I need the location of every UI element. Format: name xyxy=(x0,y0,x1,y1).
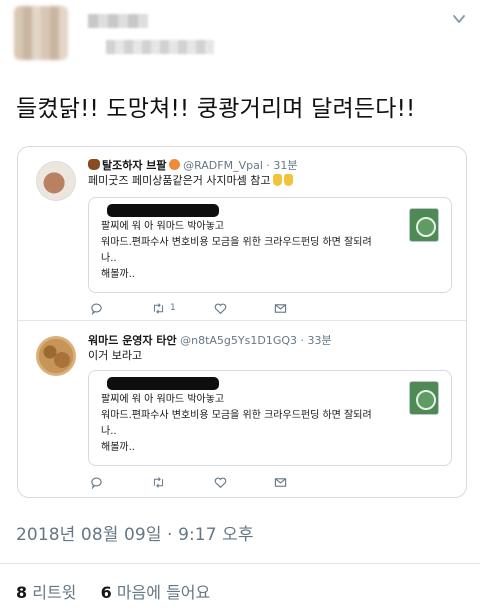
bear-emoji-icon xyxy=(88,159,100,170)
nested-quote-text: 팔찌에 워 아 워마드 박아놓고 워마드.편파수사 변호비용 모금을 위한 크라… xyxy=(101,392,421,456)
author-name-blurred[interactable] xyxy=(88,14,148,28)
peach-emoji-icon xyxy=(168,159,180,170)
redaction-bar xyxy=(107,377,219,390)
reply-icon xyxy=(91,303,102,315)
nested-quote-card[interactable]: 팔찌에 워 아 워마드 박아놓고 워마드.편파수사 변호비용 모금을 위한 크라… xyxy=(88,370,452,466)
nested-line: 팔찌에 워 아 워마드 박아놓고 xyxy=(101,221,225,232)
tweet-actions xyxy=(90,474,310,490)
likes-label[interactable]: 마음에 들어요 xyxy=(117,583,210,602)
tweet-text: 들켰닭!! 도망쳐!! 쿵쾅거리며 달려든다!! xyxy=(16,96,416,122)
avatar[interactable] xyxy=(36,161,76,201)
nested-line: 팔찌에 워 아 워마드 박아놓고 xyxy=(101,394,225,405)
nested-line: 워마드.편파수사 변호비용 모금을 위한 크라우드펀딩 하면 잘되려 xyxy=(101,410,372,421)
divider xyxy=(0,563,480,564)
quoted-tweet-header: 탈조하자 브팔 @RADFM_Vpal · 31분 xyxy=(88,159,297,173)
tweet-header xyxy=(0,0,480,80)
tweet-timestamp[interactable]: 2018년 08월 09일 · 9:17 오후 xyxy=(16,520,254,545)
avatar[interactable] xyxy=(36,336,76,376)
author-handle-blurred xyxy=(106,40,214,54)
retweet-count: 1 xyxy=(170,303,176,313)
quoted-tweet-text: 페미굿즈 페미상품같은거 사지마셈 참고 xyxy=(88,174,271,187)
dm-button[interactable] xyxy=(274,474,287,490)
pointing-down-emoji-icon xyxy=(283,174,293,186)
tweet-stats: 8 리트윗 6 마음에 들어요 xyxy=(16,579,210,603)
nested-line: 나.. xyxy=(101,253,117,264)
quoted-tweet-header: 워마드 운영자 타안 @n8tA5g5Ys1D1GQ3 · 33분 xyxy=(88,334,332,348)
retweets-label[interactable]: 리트윗 xyxy=(32,583,76,602)
nested-line: 해볼까.. xyxy=(101,269,135,280)
quoted-tweet[interactable]: 워마드 운영자 타안 @n8tA5g5Ys1D1GQ3 · 33분 이거 보라고… xyxy=(18,322,466,498)
reply-button[interactable] xyxy=(90,474,103,490)
nested-line: 나.. xyxy=(101,426,117,437)
quoted-author-handle: @n8tA5g5Ys1D1GQ3 · 33분 xyxy=(180,334,332,347)
quoted-tweet[interactable]: 탈조하자 브팔 @RADFM_Vpal · 31분 페미굿즈 페미상품같은거 사… xyxy=(18,147,466,321)
dm-icon xyxy=(274,477,287,487)
quoted-author-name[interactable]: 탈조하자 브팔 xyxy=(102,159,167,172)
quoted-thread[interactable]: 탈조하자 브팔 @RADFM_Vpal · 31분 페미굿즈 페미상품같은거 사… xyxy=(17,146,467,498)
retweet-button[interactable] xyxy=(152,474,170,490)
like-icon xyxy=(214,477,227,488)
dm-button[interactable] xyxy=(274,300,287,316)
redaction-bar xyxy=(107,204,219,217)
quoted-author-handle: @RADFM_Vpal · 31분 xyxy=(183,159,298,172)
retweet-button[interactable]: 1 xyxy=(152,300,176,316)
like-icon xyxy=(214,303,227,314)
reply-icon xyxy=(91,477,102,489)
nested-line: 워마드.편파수사 변호비용 모금을 위한 크라우드펀딩 하면 잘되려 xyxy=(101,237,372,248)
pointing-down-emoji-icon xyxy=(272,174,282,186)
nested-quote-text: 팔찌에 워 아 워마드 박아놓고 워마드.편파수사 변호비용 모금을 위한 크라… xyxy=(101,219,421,283)
chevron-down-icon[interactable] xyxy=(452,12,466,26)
dm-icon xyxy=(274,303,287,313)
bracelet-thumbnail[interactable] xyxy=(409,208,439,242)
nested-quote-card[interactable]: 팔찌에 워 아 워마드 박아놓고 워마드.편파수사 변호비용 모금을 위한 크라… xyxy=(88,197,452,293)
retweet-icon xyxy=(153,302,164,314)
quoted-tweet-text-row: 페미굿즈 페미상품같은거 사지마셈 참고 xyxy=(88,174,293,188)
reply-button[interactable] xyxy=(90,300,103,316)
like-button[interactable] xyxy=(214,474,227,490)
likes-count[interactable]: 6 xyxy=(101,583,112,602)
retweet-icon xyxy=(153,476,164,488)
quoted-author-name[interactable]: 워마드 운영자 타안 xyxy=(88,334,177,347)
tweet-actions: 1 xyxy=(90,300,310,316)
retweets-count[interactable]: 8 xyxy=(16,583,27,602)
nested-line: 해볼까.. xyxy=(101,442,135,453)
quoted-tweet-text: 이거 보라고 xyxy=(88,349,143,362)
bracelet-thumbnail[interactable] xyxy=(409,381,439,415)
like-button[interactable] xyxy=(214,300,227,316)
author-avatar[interactable] xyxy=(14,6,68,60)
